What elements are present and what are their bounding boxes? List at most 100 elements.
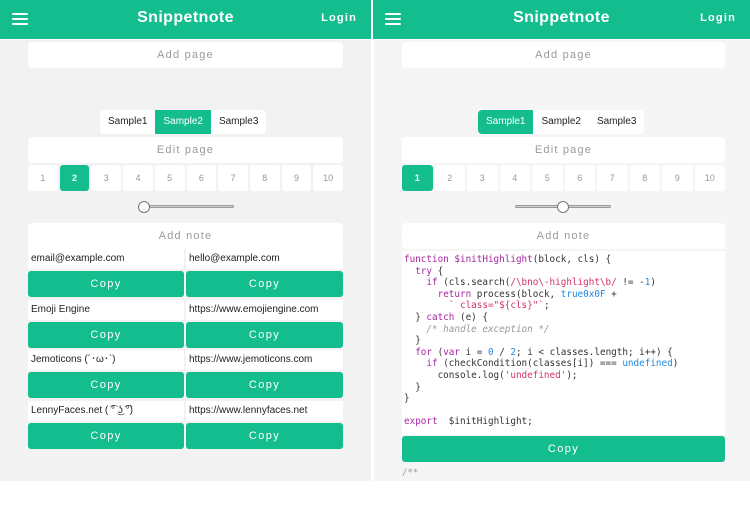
code-token: catch bbox=[426, 311, 455, 323]
code-token: (cls.search( bbox=[437, 277, 511, 289]
page-number-button[interactable]: 6 bbox=[186, 165, 217, 191]
sample-tab[interactable]: Sample3 bbox=[211, 110, 266, 134]
page-number-button[interactable]: 9 bbox=[281, 165, 312, 191]
sample-tab[interactable]: Sample1 bbox=[478, 110, 534, 134]
copy-button[interactable]: Copy bbox=[402, 436, 725, 462]
code-token: != - bbox=[616, 277, 645, 289]
code-line: function $initHighlight(block, cls) { bbox=[404, 254, 725, 266]
page-number-button[interactable]: 3 bbox=[91, 165, 122, 191]
note-field[interactable]: https://www.emojiengine.com bbox=[186, 299, 343, 320]
copy-button[interactable]: Copy bbox=[28, 422, 184, 449]
page-number-button[interactable]: 10 bbox=[694, 165, 725, 191]
sample-tab[interactable]: Sample2 bbox=[155, 110, 211, 134]
copy-button[interactable]: Copy bbox=[28, 372, 184, 398]
left-panel: Add page Sample1 Sample2 Sample3 Edit page… bbox=[0, 40, 371, 481]
note-field[interactable]: LennyFaces.net ( ͡° ͜ʖ ͡°) bbox=[28, 400, 184, 421]
code-token: ) bbox=[672, 358, 679, 370]
code-token: (block, cls) { bbox=[532, 254, 612, 265]
edit-page-button[interactable]: Edit page bbox=[402, 137, 725, 163]
page-number-button[interactable]: 7 bbox=[597, 165, 628, 191]
add-note-button[interactable]: Add note bbox=[402, 223, 725, 249]
page-number-button[interactable]: 5 bbox=[532, 165, 563, 191]
code-token: export bbox=[404, 416, 438, 428]
code-token: } bbox=[404, 381, 421, 393]
code-token: } bbox=[404, 335, 421, 347]
code-token: try bbox=[415, 265, 432, 277]
code-token: function bbox=[404, 254, 455, 265]
page-number-button[interactable]: 4 bbox=[499, 165, 530, 191]
sample-tab[interactable]: Sample2 bbox=[533, 110, 588, 134]
add-page-button[interactable]: Add page bbox=[402, 42, 725, 68]
code-line: try { bbox=[404, 266, 725, 278]
code-line: } bbox=[404, 382, 725, 394]
page-number-button[interactable]: 1 bbox=[28, 165, 58, 191]
page-selector: 1 2 3 4 5 6 7 8 9 10 bbox=[28, 165, 344, 191]
page-number-button[interactable]: 9 bbox=[662, 165, 693, 191]
copy-button[interactable]: Copy bbox=[28, 321, 184, 348]
code-token: i = bbox=[460, 346, 488, 358]
sample-tabs: Sample1 Sample2 Sample3 bbox=[100, 110, 267, 134]
edit-page-button[interactable]: Edit page bbox=[28, 137, 343, 163]
sample-tabs: Sample1 Sample2 Sample3 bbox=[478, 110, 645, 134]
page-number-button[interactable]: 7 bbox=[218, 165, 248, 191]
page-number-button[interactable]: 8 bbox=[249, 165, 280, 191]
code-token: 'undefined' bbox=[504, 369, 567, 381]
page-number-button[interactable]: 2 bbox=[59, 165, 90, 191]
page-number-button[interactable]: 2 bbox=[434, 165, 465, 191]
code-line: if (checkCondition(classes[i]) === undef… bbox=[404, 358, 725, 370]
copy-button[interactable]: Copy bbox=[186, 422, 343, 449]
code-token: if bbox=[426, 358, 438, 370]
note-field[interactable]: https://www.lennyfaces.net bbox=[186, 400, 343, 421]
page-number-button[interactable]: 1 bbox=[402, 165, 433, 191]
slider-track bbox=[138, 205, 234, 208]
page-number-button[interactable]: 8 bbox=[629, 165, 660, 191]
code-token: true bbox=[560, 288, 584, 300]
sample-tab[interactable]: Sample3 bbox=[589, 110, 644, 134]
note-field[interactable]: Emoji Engine bbox=[28, 299, 184, 320]
code-token: (e) { bbox=[454, 311, 488, 323]
login-button[interactable]: Login bbox=[700, 12, 736, 24]
code-token: { bbox=[432, 265, 444, 277]
slider-knob[interactable] bbox=[557, 201, 569, 213]
code-token: ; bbox=[543, 300, 550, 312]
code-token: for bbox=[415, 346, 432, 358]
code-line: return process(block, true0x0F + bbox=[404, 289, 725, 301]
code-token: (checkCondition(classes[i]) === bbox=[437, 358, 623, 370]
code-snippet[interactable]: function $initHighlight(block, cls) { tr… bbox=[402, 251, 725, 435]
code-line: /* handle exception */ bbox=[404, 324, 725, 336]
hamburger-menu-icon[interactable] bbox=[385, 13, 401, 25]
copy-button[interactable]: Copy bbox=[186, 321, 343, 348]
copy-button[interactable]: Copy bbox=[186, 372, 343, 398]
page-selector: 1 2 3 4 5 6 7 8 9 10 bbox=[402, 165, 725, 191]
sample-tab[interactable]: Sample1 bbox=[100, 110, 155, 134]
note-field[interactable]: https://www.jemoticons.com bbox=[186, 350, 343, 370]
note-field[interactable]: hello@example.com bbox=[186, 249, 343, 269]
add-page-button[interactable]: Add page bbox=[28, 42, 343, 68]
page-number-button[interactable]: 6 bbox=[564, 165, 595, 191]
code-token: process(block, bbox=[471, 288, 561, 300]
page-number-button[interactable]: 3 bbox=[467, 165, 498, 191]
page-number-button[interactable]: 10 bbox=[313, 165, 344, 191]
note-field[interactable]: Jemoticons (´･ω･`) bbox=[28, 350, 184, 370]
code-token: ( bbox=[432, 346, 444, 358]
page-slider[interactable] bbox=[138, 201, 234, 213]
page-slider[interactable] bbox=[515, 201, 611, 213]
note-field[interactable]: email@example.com bbox=[28, 249, 184, 269]
copy-button[interactable]: Copy bbox=[28, 271, 184, 297]
code-token: console.log( bbox=[404, 369, 505, 381]
code-line: } bbox=[404, 335, 725, 347]
login-button[interactable]: Login bbox=[321, 12, 357, 24]
code-line: for (var i = 0 / 2; i < classes.length; … bbox=[404, 347, 725, 359]
add-note-button[interactable]: Add note bbox=[28, 223, 343, 249]
code-line: ` class="${cls}"`; bbox=[404, 300, 725, 312]
page-number-button[interactable]: 5 bbox=[154, 165, 185, 191]
slider-knob[interactable] bbox=[138, 201, 150, 213]
hamburger-menu-icon[interactable] bbox=[12, 13, 28, 25]
copy-button[interactable]: Copy bbox=[186, 271, 343, 297]
page-number-button[interactable]: 4 bbox=[123, 165, 153, 191]
app-title: Snippetnote bbox=[513, 9, 610, 26]
